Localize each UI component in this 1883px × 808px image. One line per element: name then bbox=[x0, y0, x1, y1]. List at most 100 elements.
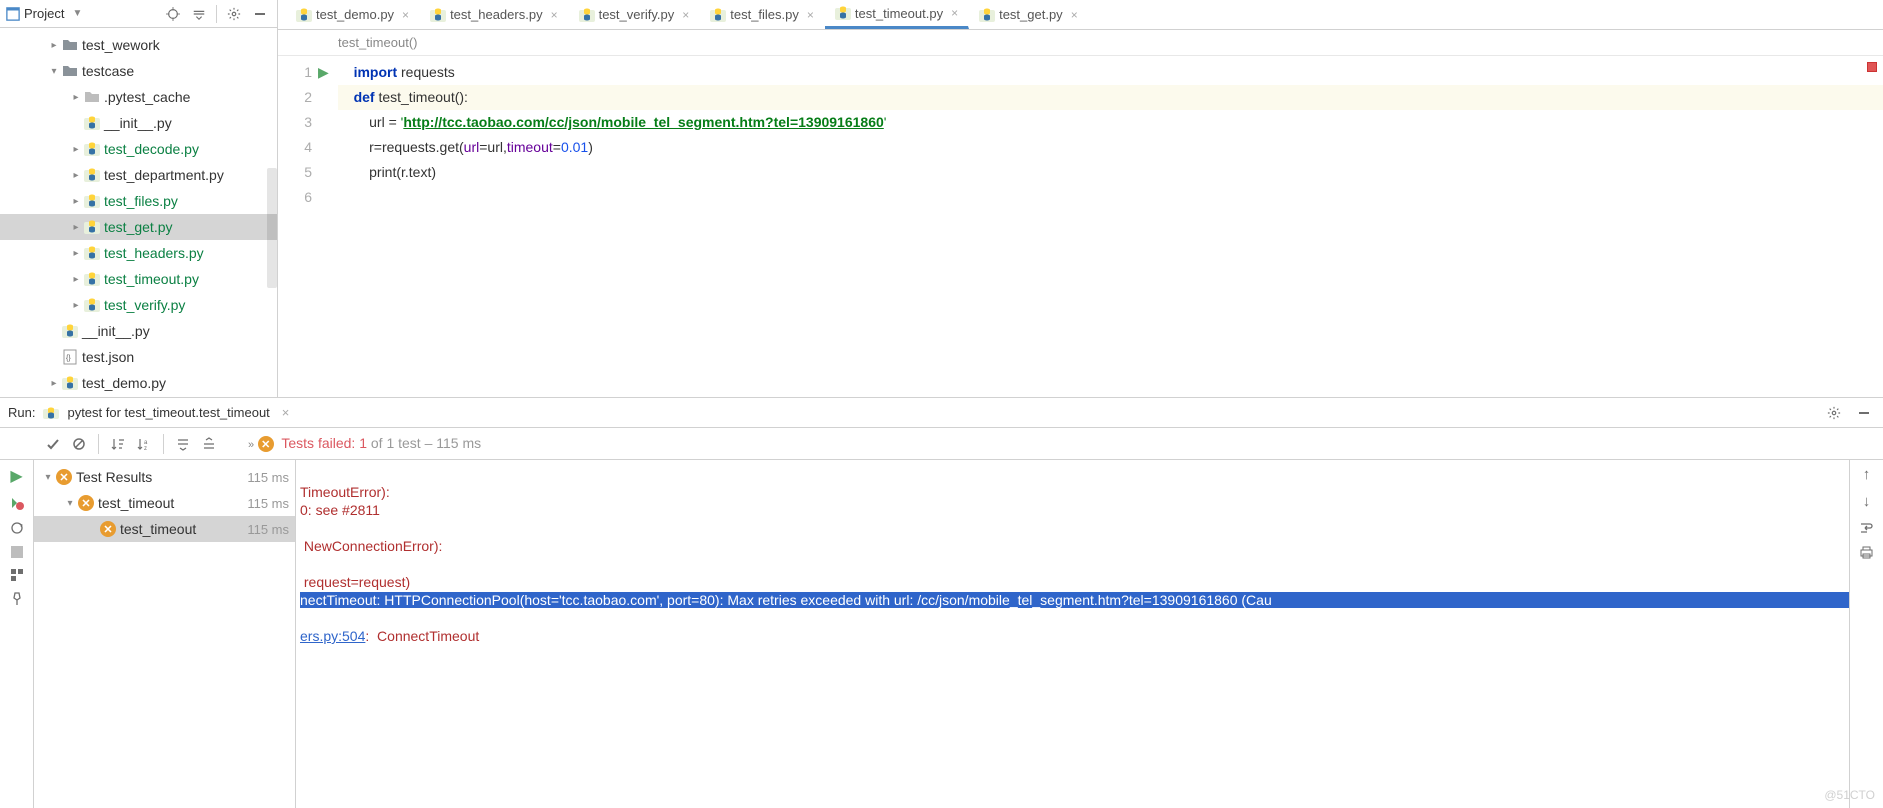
close-icon[interactable]: × bbox=[682, 8, 689, 22]
hide-icon[interactable] bbox=[1853, 402, 1875, 424]
editor-tab[interactable]: test_verify.py× bbox=[569, 0, 701, 29]
editor-body[interactable]: 123456 ▶ import requests def test_timeou… bbox=[278, 56, 1883, 397]
editor-tab[interactable]: test_demo.py× bbox=[286, 0, 420, 29]
close-icon[interactable]: × bbox=[402, 8, 409, 22]
run-tool-window: Run: pytest for test_timeout.test_timeou… bbox=[0, 398, 1883, 808]
print-icon[interactable] bbox=[1859, 545, 1874, 560]
toggle-auto-test-icon[interactable] bbox=[9, 520, 25, 536]
tab-label: test_get.py bbox=[999, 7, 1063, 22]
editor-tab[interactable]: test_files.py× bbox=[700, 0, 825, 29]
python-file-icon bbox=[710, 7, 726, 23]
close-icon[interactable]: × bbox=[1071, 8, 1078, 22]
editor-tab[interactable]: test_timeout.py× bbox=[825, 0, 969, 29]
python-file-icon bbox=[835, 5, 851, 21]
test-tree-item[interactable]: ▾✕test_timeout115 ms bbox=[34, 490, 295, 516]
close-icon[interactable]: × bbox=[551, 8, 558, 22]
code-line[interactable]: import requests bbox=[338, 60, 1883, 85]
chevron-icon[interactable]: ▸ bbox=[68, 222, 84, 233]
chevron-icon[interactable]: ▸ bbox=[46, 40, 62, 51]
chevron-icon[interactable]: ▸ bbox=[68, 144, 84, 155]
up-icon[interactable]: ↑ bbox=[1863, 466, 1871, 483]
layout-icon[interactable] bbox=[10, 568, 24, 582]
collapse-all-icon[interactable] bbox=[188, 3, 210, 25]
editor-tab[interactable]: test_get.py × bbox=[969, 0, 1089, 29]
project-tree[interactable]: ▸test_wework▾testcase▸.pytest_cache__ini… bbox=[0, 28, 277, 397]
tree-item-label: test_timeout.py bbox=[104, 271, 199, 287]
tree-item[interactable]: ▸ test_timeout.py bbox=[0, 266, 277, 292]
chevron-icon[interactable]: ▸ bbox=[68, 248, 84, 259]
close-icon[interactable]: × bbox=[951, 6, 958, 20]
code-line[interactable]: def test_timeout(): bbox=[338, 85, 1883, 110]
tree-item[interactable]: ▸test_demo.py bbox=[0, 370, 277, 396]
gear-icon[interactable] bbox=[1823, 402, 1845, 424]
chevron-icon[interactable]: ▸ bbox=[68, 196, 84, 207]
tree-scrollbar[interactable] bbox=[267, 168, 277, 288]
tree-item[interactable]: ▾testcase bbox=[0, 58, 277, 84]
breadcrumb[interactable]: test_timeout() bbox=[278, 30, 1883, 56]
tree-item[interactable]: ▸test_wework bbox=[0, 32, 277, 58]
run-config-name[interactable]: pytest for test_timeout.test_timeout bbox=[67, 405, 269, 420]
code-line[interactable]: url = 'http://tcc.taobao.com/cc/json/mob… bbox=[338, 110, 1883, 135]
close-icon[interactable]: × bbox=[807, 8, 814, 22]
expand-all-icon[interactable] bbox=[172, 433, 194, 455]
chevron-icon[interactable]: ▸ bbox=[68, 92, 84, 103]
file-link[interactable]: ers.py:504 bbox=[300, 628, 365, 644]
gear-icon[interactable] bbox=[223, 3, 245, 25]
editor-tab[interactable]: test_headers.py× bbox=[420, 0, 569, 29]
console-output[interactable]: TimeoutError): 0: see #2811 NewConnectio… bbox=[296, 460, 1849, 808]
file-icon bbox=[84, 193, 100, 209]
error-stripe-icon[interactable] bbox=[1867, 62, 1877, 72]
code-line[interactable] bbox=[338, 185, 1883, 210]
fail-icon: ✕ bbox=[100, 521, 116, 537]
stop-icon[interactable] bbox=[11, 546, 23, 558]
tree-item[interactable]: ▸test_get.py bbox=[0, 214, 277, 240]
dropdown-icon[interactable]: ▼ bbox=[72, 8, 82, 19]
rerun-icon[interactable]: ▶ bbox=[10, 466, 22, 486]
run-body: ▶ ▾✕Test Results115 ms▾✕test_timeout115 … bbox=[0, 460, 1883, 808]
hide-icon[interactable] bbox=[249, 3, 271, 25]
breadcrumb-item[interactable]: test_timeout() bbox=[338, 35, 417, 50]
run-line-icon[interactable]: ▶ bbox=[318, 60, 338, 85]
run-left-toolbar: ▶ bbox=[0, 460, 34, 808]
tree-item[interactable]: ▸test_decode.py bbox=[0, 136, 277, 162]
show-ignored-icon[interactable] bbox=[68, 433, 90, 455]
test-tree-item[interactable]: ✕test_timeout115 ms bbox=[34, 516, 295, 542]
code-line[interactable]: r=requests.get(url=url,timeout=0.01) bbox=[338, 135, 1883, 160]
chevron-icon[interactable]: ▸ bbox=[46, 378, 62, 389]
sort-alpha-icon[interactable]: az bbox=[133, 433, 155, 455]
tree-item[interactable]: {}test.json bbox=[0, 344, 277, 370]
file-icon bbox=[84, 167, 100, 183]
test-label: test_timeout bbox=[120, 521, 247, 537]
test-time: 115 ms bbox=[247, 470, 289, 485]
chevron-icon[interactable]: ▸ bbox=[68, 274, 84, 285]
chevron-icon[interactable]: ▾ bbox=[40, 472, 56, 483]
locate-icon[interactable] bbox=[162, 3, 184, 25]
down-icon[interactable]: ↓ bbox=[1863, 493, 1871, 510]
tree-item[interactable]: __init__.py bbox=[0, 318, 277, 344]
chevron-icon[interactable]: ▸ bbox=[68, 170, 84, 181]
tree-item[interactable]: ▸test_verify.py bbox=[0, 292, 277, 318]
tree-item[interactable]: ▸test_files.py bbox=[0, 188, 277, 214]
tree-item[interactable]: ▸test_headers.py bbox=[0, 240, 277, 266]
chevron-icon[interactable]: ▾ bbox=[46, 66, 62, 77]
pin-icon[interactable] bbox=[10, 592, 24, 606]
chevron-right-icon[interactable]: » bbox=[248, 439, 254, 451]
tree-item[interactable]: __init__.py bbox=[0, 110, 277, 136]
chevron-icon[interactable]: ▾ bbox=[62, 498, 78, 509]
console-line-selected[interactable]: nectTimeout: HTTPConnectionPool(host='tc… bbox=[300, 592, 1849, 608]
test-tree-item[interactable]: ▾✕Test Results115 ms bbox=[34, 464, 295, 490]
tree-item[interactable]: ▸.pytest_cache bbox=[0, 84, 277, 110]
code-line[interactable]: print(r.text) bbox=[338, 160, 1883, 185]
code-area[interactable]: import requests def test_timeout(): url … bbox=[338, 56, 1883, 397]
file-icon bbox=[84, 245, 100, 261]
soft-wrap-icon[interactable] bbox=[1859, 520, 1874, 535]
close-icon[interactable]: × bbox=[282, 405, 290, 420]
collapse-all-icon[interactable] bbox=[198, 433, 220, 455]
rerun-failed-icon[interactable] bbox=[10, 496, 24, 510]
project-panel-title[interactable]: Project bbox=[24, 6, 64, 21]
tree-item[interactable]: ▸test_department.py bbox=[0, 162, 277, 188]
test-results-tree[interactable]: ▾✕Test Results115 ms▾✕test_timeout115 ms… bbox=[34, 460, 296, 808]
chevron-icon[interactable]: ▸ bbox=[68, 300, 84, 311]
show-passed-icon[interactable] bbox=[42, 433, 64, 455]
sort-icon[interactable] bbox=[107, 433, 129, 455]
